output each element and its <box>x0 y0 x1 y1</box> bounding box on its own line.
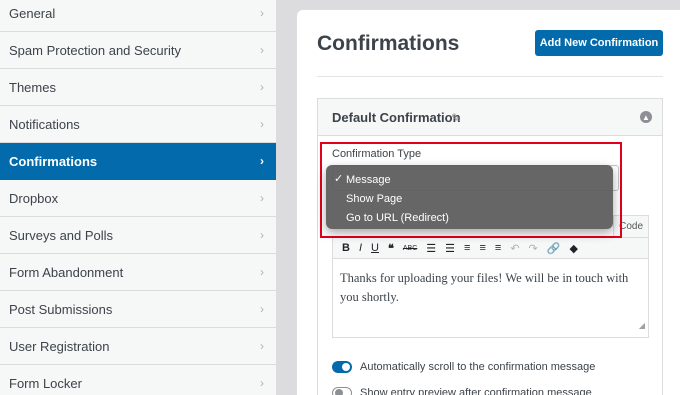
option-label: Show Page <box>346 192 403 205</box>
entry-preview-toggle-row: Show entry preview after confirmation me… <box>332 385 592 395</box>
chevron-right-icon: › <box>260 265 264 279</box>
sidebar-item-label: General <box>9 5 56 21</box>
chevron-up-icon[interactable]: ▲ <box>640 111 652 123</box>
dropdown-option-go-to-url[interactable]: Go to URL (Redirect) <box>326 208 613 227</box>
option-label: Message <box>346 173 391 186</box>
confirmation-title: Default Confirmation <box>332 110 461 125</box>
sidebar-item-form-locker[interactable]: Form Locker › <box>0 365 276 395</box>
sidebar-item-general[interactable]: General › <box>0 0 276 32</box>
pencil-icon[interactable]: ✎ <box>451 111 461 125</box>
sidebar-item-label: Post Submissions <box>9 301 113 317</box>
underline-icon[interactable]: U <box>371 242 379 254</box>
option-label: Go to URL (Redirect) <box>346 211 449 224</box>
sidebar-item-label: Confirmations <box>9 153 98 169</box>
editor-toolbar: B I U ❝ ABC ☰ ☰ ≡ ≡ ≡ ↶ ↷ 🔗 ◆ <box>332 237 649 259</box>
confirmation-card-header[interactable]: Default Confirmation ✎ ▲ <box>318 99 662 136</box>
undo-icon[interactable]: ↶ <box>510 242 519 255</box>
chevron-right-icon: › <box>260 191 264 205</box>
sidebar-item-label: Form Locker <box>9 375 82 391</box>
dropdown-option-message[interactable]: ✓ Message <box>326 170 613 189</box>
entry-preview-toggle[interactable] <box>332 387 352 395</box>
chevron-right-icon: › <box>260 154 264 168</box>
chevron-right-icon: › <box>260 43 264 57</box>
sidebar-item-label: Notifications <box>9 116 80 132</box>
chevron-right-icon: › <box>260 228 264 242</box>
sidebar-item-label: Spam Protection and Security <box>9 42 181 58</box>
sidebar-item-themes[interactable]: Themes › <box>0 69 276 106</box>
chevron-right-icon: › <box>260 117 264 131</box>
sidebar-item-label: Form Abandonment <box>9 264 124 280</box>
chevron-right-icon: › <box>260 302 264 316</box>
align-left-icon[interactable]: ≡ <box>464 242 470 254</box>
sidebar-item-surveys-and-polls[interactable]: Surveys and Polls › <box>0 217 276 254</box>
align-center-icon[interactable]: ≡ <box>479 242 485 254</box>
sidebar-item-confirmations[interactable]: Confirmations › <box>0 143 276 180</box>
italic-icon[interactable]: I <box>359 242 362 254</box>
sidebar-item-label: Surveys and Polls <box>9 227 114 243</box>
chevron-right-icon: › <box>260 339 264 353</box>
bold-icon[interactable]: B <box>342 242 350 254</box>
chevron-right-icon: › <box>260 80 264 94</box>
settings-sidebar: General › Spam Protection and Security › T… <box>0 0 276 395</box>
align-right-icon[interactable]: ≡ <box>495 242 501 254</box>
confirmation-message-editor[interactable]: Thanks for uploading your files! We will… <box>332 259 649 338</box>
blockquote-icon[interactable]: ❝ <box>388 242 394 255</box>
sidebar-item-label: Dropbox <box>9 190 59 206</box>
auto-scroll-toggle-row: Automatically scroll to the confirmation… <box>332 359 595 375</box>
sidebar-item-dropbox[interactable]: Dropbox › <box>0 180 276 217</box>
numbered-list-icon[interactable]: ☰ <box>445 242 455 255</box>
entry-preview-label: Show entry preview after confirmation me… <box>360 387 592 395</box>
sidebar-item-form-abandonment[interactable]: Form Abandonment › <box>0 254 276 291</box>
auto-scroll-toggle[interactable] <box>332 361 352 373</box>
sidebar-item-user-registration[interactable]: User Registration › <box>0 328 276 365</box>
redo-icon[interactable]: ↷ <box>529 242 538 255</box>
strikethrough-icon[interactable]: ABC <box>403 245 417 252</box>
sidebar-item-notifications[interactable]: Notifications › <box>0 106 276 143</box>
add-new-confirmation-button[interactable]: Add New Confirmation <box>535 30 663 56</box>
resize-handle-icon[interactable]: ◢ <box>639 316 645 335</box>
sidebar-item-label: User Registration <box>9 338 110 354</box>
bullet-list-icon[interactable]: ☰ <box>426 242 436 255</box>
chevron-right-icon: › <box>260 6 264 20</box>
page-title: Confirmations <box>317 32 460 55</box>
confirmation-message-text: Thanks for uploading your files! We will… <box>340 271 629 304</box>
auto-scroll-label: Automatically scroll to the confirmation… <box>360 361 596 373</box>
link-icon[interactable]: 🔗 <box>547 242 561 255</box>
sidebar-item-post-submissions[interactable]: Post Submissions › <box>0 291 276 328</box>
divider <box>317 76 663 77</box>
checkmark-icon: ✓ <box>334 173 344 185</box>
confirmation-type-dropdown: ✓ Message Show Page Go to URL (Redirect) <box>326 165 613 229</box>
sidebar-item-label: Themes <box>9 79 56 95</box>
chevron-right-icon: › <box>260 376 264 390</box>
sidebar-item-spam-protection[interactable]: Spam Protection and Security › <box>0 32 276 69</box>
tag-icon[interactable]: ◆ <box>569 242 577 255</box>
dropdown-option-show-page[interactable]: Show Page <box>326 189 613 208</box>
